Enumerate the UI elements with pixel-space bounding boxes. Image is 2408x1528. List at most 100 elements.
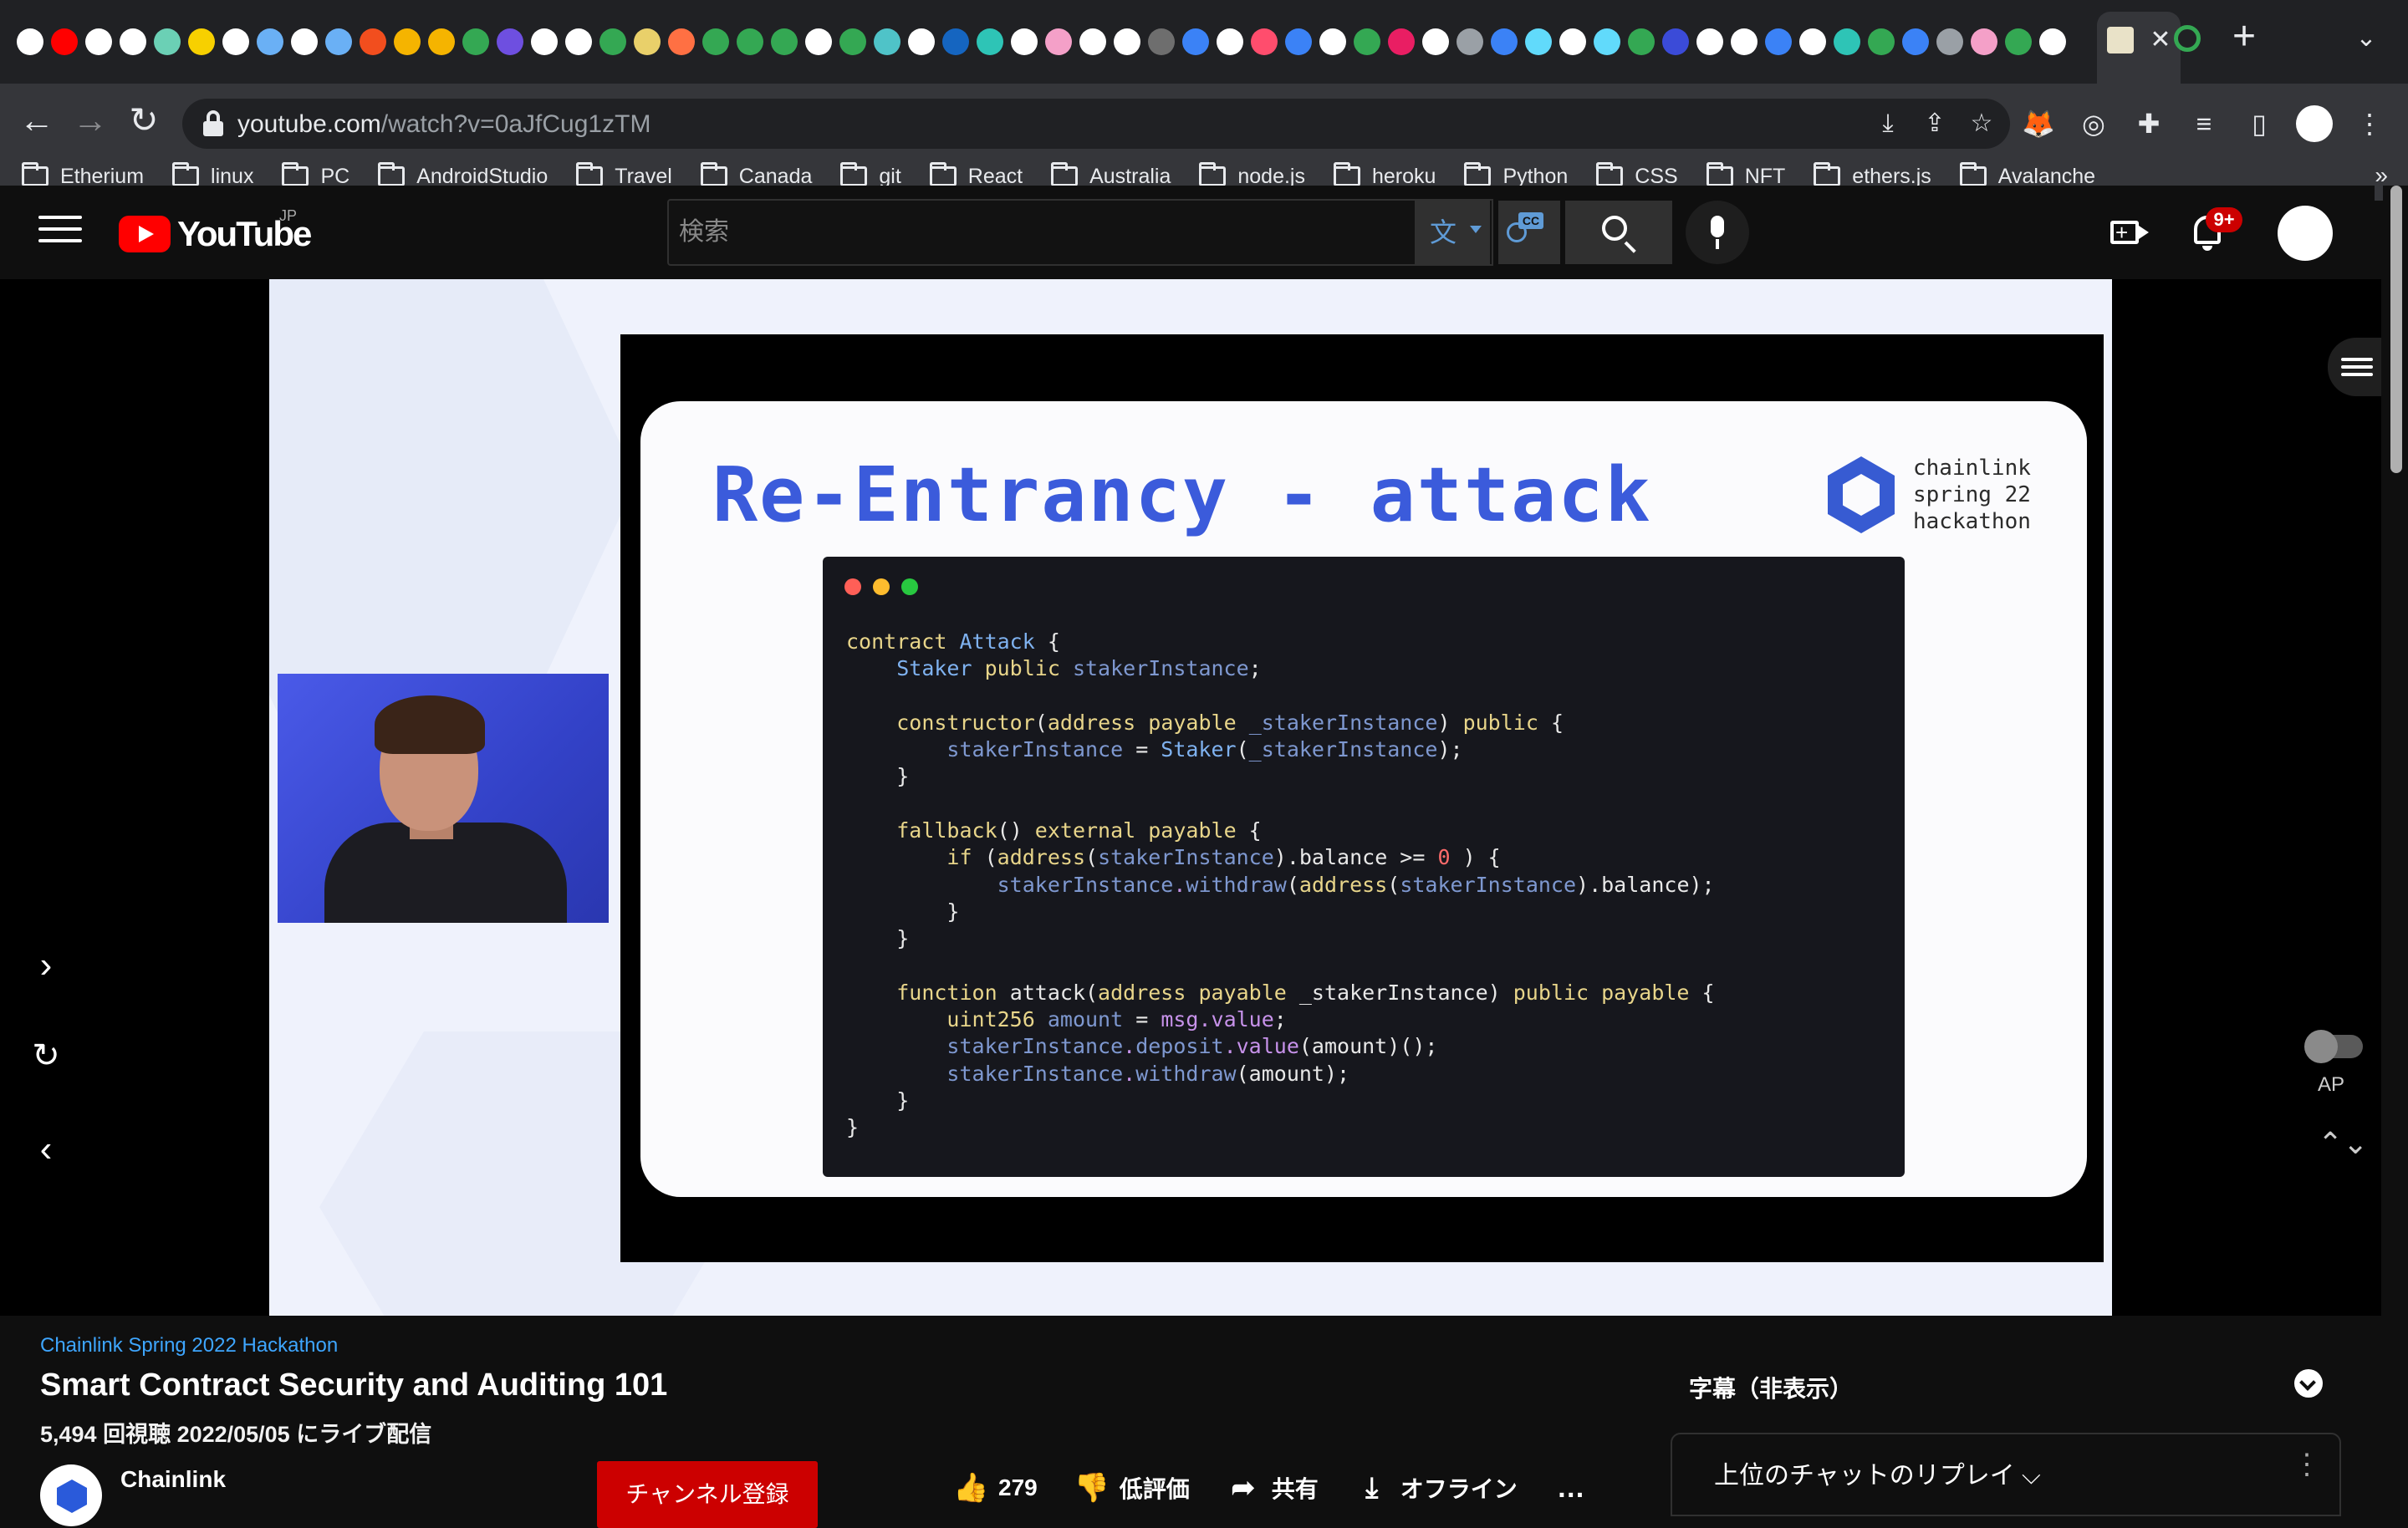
next-chevron-icon[interactable]: ›: [25, 945, 67, 986]
pinned-tab-favicon[interactable]: [222, 28, 249, 55]
pinned-tab-favicon[interactable]: [120, 28, 146, 55]
close-tab-icon[interactable]: ✕: [2145, 25, 2176, 55]
pinned-tab-favicon[interactable]: [1799, 28, 1826, 55]
new-tab-icon[interactable]: +: [2224, 17, 2264, 59]
input-tools-icon[interactable]: 文: [1415, 201, 1490, 264]
caption-search-icon[interactable]: CC: [1498, 201, 1560, 264]
pinned-tab-favicon[interactable]: [1491, 28, 1518, 55]
pinned-tab-favicon[interactable]: [2005, 28, 2032, 55]
share-icon[interactable]: ⇪: [1918, 107, 1951, 140]
pinned-tab-favicon[interactable]: [51, 28, 78, 55]
pinned-tab-favicon[interactable]: [1594, 28, 1620, 55]
pinned-tab-favicon[interactable]: [1662, 28, 1689, 55]
pinned-tab-favicon[interactable]: [1388, 28, 1415, 55]
target-extension-icon[interactable]: ◎: [2075, 105, 2112, 142]
puzzle-extensions-icon[interactable]: ✚: [2130, 105, 2167, 142]
pinned-tab-favicon[interactable]: [908, 28, 935, 55]
thumbs-up-button[interactable]: 👍 279: [953, 1471, 1038, 1505]
chat-menu-icon[interactable]: [2328, 338, 2381, 396]
pinned-tab-favicon[interactable]: [394, 28, 421, 55]
install-app-icon[interactable]: ⤓: [1871, 107, 1905, 140]
bookmark-star-icon[interactable]: ☆: [1965, 107, 1998, 140]
pinned-tab-favicon[interactable]: [154, 28, 181, 55]
pinned-tab-favicon[interactable]: [1182, 28, 1209, 55]
captions-expand-icon[interactable]: [2294, 1369, 2323, 1398]
account-avatar[interactable]: [2278, 206, 2333, 261]
pinned-tab-favicon[interactable]: [1319, 28, 1346, 55]
pinned-tab-favicon[interactable]: [599, 28, 626, 55]
create-video-icon[interactable]: +: [2109, 212, 2149, 252]
share-arrow-button[interactable]: ➦ 共有: [1227, 1471, 1318, 1505]
pinned-tab-favicon[interactable]: [497, 28, 523, 55]
pinned-tab-favicon[interactable]: [1902, 28, 1929, 55]
pinned-tab-favicon[interactable]: [1285, 28, 1312, 55]
channel-avatar[interactable]: [40, 1464, 102, 1526]
pinned-tab-favicon[interactable]: [1936, 28, 1963, 55]
more-horizontal-button[interactable]: …: [1554, 1471, 1588, 1505]
pinned-tab-favicon[interactable]: [565, 28, 592, 55]
pinned-tab-favicon[interactable]: [1457, 28, 1483, 55]
pinned-tab-favicon[interactable]: [1765, 28, 1792, 55]
search-input[interactable]: [679, 201, 1415, 264]
channel-name[interactable]: Chainlink: [120, 1466, 226, 1493]
video-frame[interactable]: Re-Entrancy - attack chainlink spring 22…: [269, 279, 2112, 1316]
pinned-tab-favicon[interactable]: [1422, 28, 1449, 55]
side-panel-icon[interactable]: ▯: [2241, 105, 2278, 142]
pinned-tab-favicon[interactable]: [17, 28, 43, 55]
profile-avatar[interactable]: [2296, 105, 2333, 142]
lock-icon[interactable]: [201, 110, 226, 137]
expand-collapse-icon[interactable]: ⌃⌄: [2318, 1128, 2368, 1182]
series-link[interactable]: Chainlink Spring 2022 Hackathon: [40, 1334, 338, 1357]
url-text[interactable]: youtube.com/watch?v=0aJfCug1zTM: [237, 110, 650, 139]
previous-chevron-icon[interactable]: ‹: [25, 1128, 67, 1170]
pinned-tab-favicon[interactable]: [1045, 28, 1072, 55]
pinned-tab-favicon[interactable]: [428, 28, 455, 55]
media-queue-icon[interactable]: ≡: [2186, 105, 2222, 142]
chat-more-icon[interactable]: ⋮: [2293, 1448, 2321, 1481]
back-icon[interactable]: ←: [13, 97, 60, 144]
pinned-tab-favicon[interactable]: [839, 28, 866, 55]
pinned-tab-favicon[interactable]: [360, 28, 386, 55]
forward-icon[interactable]: →: [67, 97, 114, 144]
metamask-fox-icon[interactable]: 🦊: [2020, 105, 2057, 142]
scrollbar-thumb[interactable]: [2390, 186, 2402, 473]
pinned-tab-favicon[interactable]: [805, 28, 832, 55]
pinned-tab-favicon[interactable]: [531, 28, 558, 55]
pinned-tab-favicon[interactable]: [1559, 28, 1586, 55]
pinned-tab-favicon[interactable]: [1354, 28, 1380, 55]
pinned-tab-favicon[interactable]: [1971, 28, 1997, 55]
search-box[interactable]: [667, 199, 1493, 266]
autoplay-toggle[interactable]: [2304, 1030, 2363, 1063]
pinned-tab-favicon[interactable]: [1251, 28, 1278, 55]
pinned-tab-favicon[interactable]: [257, 28, 283, 55]
replay-icon[interactable]: ↻: [25, 1036, 67, 1075]
pinned-tab-favicon[interactable]: [1525, 28, 1552, 55]
pinned-tab-favicon[interactable]: [1079, 28, 1106, 55]
pinned-tab-favicon[interactable]: [668, 28, 695, 55]
pinned-tab-favicon[interactable]: [737, 28, 763, 55]
search-button[interactable]: [1565, 201, 1672, 264]
video-player[interactable]: Re-Entrancy - attack chainlink spring 22…: [0, 279, 2381, 1316]
pinned-tab-favicon[interactable]: [1148, 28, 1175, 55]
browser-menu-icon[interactable]: ⋮: [2351, 105, 2388, 142]
pinned-tab-favicon[interactable]: [771, 28, 798, 55]
active-tab[interactable]: ✕: [2097, 12, 2181, 84]
page-scrollbar[interactable]: [2383, 186, 2408, 1505]
pinned-tab-favicon[interactable]: [874, 28, 900, 55]
subscribe-button[interactable]: チャンネル登録: [597, 1461, 818, 1528]
pinned-tab-favicon[interactable]: [942, 28, 969, 55]
pinned-tab-favicon[interactable]: [634, 28, 661, 55]
pinned-tab-favicon[interactable]: [85, 28, 112, 55]
pinned-tab-favicon[interactable]: [1217, 28, 1243, 55]
address-bar[interactable]: youtube.com/watch?v=0aJfCug1zTM ⤓ ⇪ ☆: [182, 99, 2010, 149]
pinned-tab-favicon[interactable]: [462, 28, 489, 55]
download-button[interactable]: ⤓ オフライン: [1355, 1471, 1518, 1505]
pinned-tab-favicon[interactable]: [977, 28, 1003, 55]
pinned-tab-favicon[interactable]: [702, 28, 729, 55]
reload-icon[interactable]: ↻: [120, 97, 167, 144]
pinned-tab-favicon[interactable]: [2039, 28, 2066, 55]
voice-search-button[interactable]: [1686, 201, 1749, 264]
pinned-tab-favicon[interactable]: [1731, 28, 1758, 55]
pinned-tab-favicon[interactable]: [1696, 28, 1723, 55]
pinned-tab-favicon[interactable]: [291, 28, 318, 55]
